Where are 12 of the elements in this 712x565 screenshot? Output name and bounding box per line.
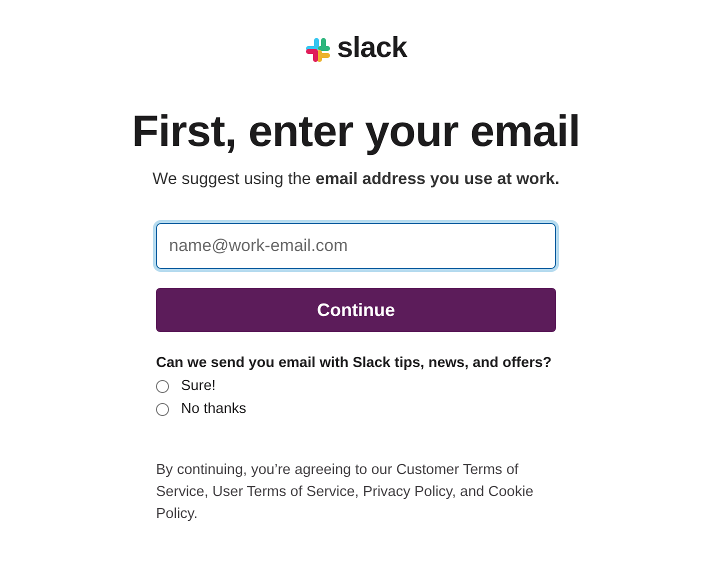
logo-icon <box>304 37 331 63</box>
radio-button[interactable] <box>156 380 169 392</box>
radio-label[interactable]: Sure! <box>181 378 216 394</box>
email-field[interactable]: name@work-email.com <box>156 223 556 269</box>
subtitle: We suggest using the email address you use at work. <box>152 170 560 189</box>
radio-label[interactable]: No thanks <box>181 401 246 417</box>
radio-button[interactable] <box>156 402 169 416</box>
logo-wordmark: slack <box>336 34 408 66</box>
newsletter-question: Can we send you email with Slack tips, news, and offers? <box>156 355 553 371</box>
page-heading: First, enter your email <box>132 106 580 158</box>
terms-text: By continuing, you’re agreeing to our Customer Terms of Service, User Terms of Service, Privacy Policy, and Cookie Policy. <box>156 461 534 524</box>
continue-button[interactable]: Continue <box>156 288 556 332</box>
